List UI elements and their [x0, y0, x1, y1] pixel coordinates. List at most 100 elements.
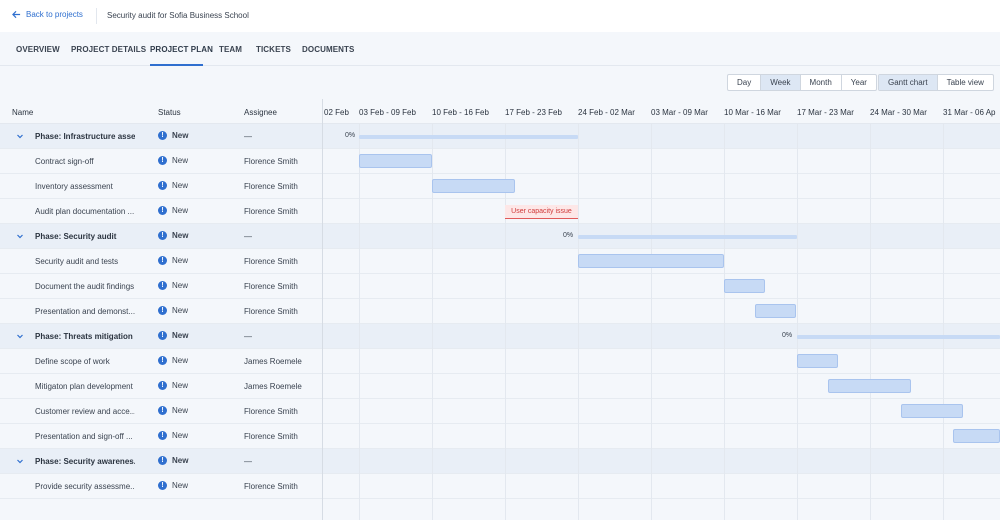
- status-label: New: [172, 231, 189, 240]
- task-row[interactable]: Presentation and sign-off ...! New Florenc…: [0, 424, 1000, 449]
- chevron-down-icon[interactable]: [16, 232, 24, 240]
- row-name: Phase: Threats mitigation: [35, 332, 133, 341]
- row-name: Phase: Security awarenes...: [35, 457, 135, 466]
- week-gridline: [359, 124, 360, 520]
- task-bar[interactable]: [901, 404, 963, 418]
- chevron-down-icon[interactable]: [16, 332, 24, 340]
- row-name: Phase: Infrastructure asse...: [35, 132, 135, 141]
- tab-documents[interactable]: DOCUMENTS: [302, 45, 354, 54]
- tab-overview[interactable]: OVERVIEW: [16, 45, 60, 54]
- column-header-assignee[interactable]: Assignee: [244, 108, 277, 117]
- assignee-name: —: [244, 132, 252, 141]
- phase-progress-label: 0%: [345, 132, 356, 139]
- status-label: New: [172, 306, 189, 315]
- info-icon: !: [158, 181, 167, 190]
- assignee-name: Florence Smith: [244, 307, 298, 316]
- row-name: Phase: Security audit: [35, 232, 117, 241]
- status-badge: ! New: [158, 306, 188, 315]
- info-icon: !: [158, 431, 167, 440]
- scale-day-button[interactable]: Day: [728, 75, 762, 90]
- task-row[interactable]: Audit plan documentation ...! New Florence…: [0, 199, 1000, 224]
- week-column-header: 24 Mar - 30 Mar: [870, 108, 927, 117]
- chevron-down-icon[interactable]: [16, 457, 24, 465]
- status-badge: ! New: [158, 181, 188, 190]
- status-badge: ! New: [158, 356, 188, 365]
- row-name: Contract sign-off: [35, 157, 94, 166]
- status-label: New: [172, 381, 189, 390]
- header-divider: [96, 8, 97, 24]
- info-icon: !: [158, 206, 167, 215]
- task-row[interactable]: Customer review and acce...! New Florence …: [0, 399, 1000, 424]
- assignee-name: Florence Smith: [244, 482, 298, 491]
- phase-progress-bar[interactable]: [578, 235, 797, 239]
- assignee-name: Florence Smith: [244, 407, 298, 416]
- status-badge: ! New: [158, 431, 188, 440]
- status-label: New: [172, 356, 189, 365]
- info-icon: !: [158, 256, 167, 265]
- view-switcher: Gantt chart Table view: [878, 74, 994, 91]
- task-bar[interactable]: [828, 379, 911, 393]
- scale-week-button[interactable]: Week: [761, 75, 801, 90]
- task-bar[interactable]: [755, 304, 796, 318]
- status-label: New: [172, 206, 189, 215]
- panel-splitter[interactable]: [322, 99, 323, 520]
- week-column-header: 17 Mar - 23 Mar: [797, 108, 854, 117]
- task-bar[interactable]: [724, 279, 765, 293]
- row-name: Define scope of work: [35, 357, 110, 366]
- task-row[interactable]: Presentation and demonst... ! New Florence …: [0, 299, 1000, 324]
- tab-project-details[interactable]: PROJECT DETAILS: [71, 45, 146, 54]
- phase-progress-bar[interactable]: [797, 335, 1000, 339]
- back-to-projects-link[interactable]: Back to projects: [12, 10, 83, 19]
- capacity-warning[interactable]: User capacity issue: [505, 205, 578, 219]
- info-icon: !: [158, 131, 167, 140]
- info-icon: !: [158, 481, 167, 490]
- table-view-button[interactable]: Table view: [938, 75, 993, 90]
- task-bar[interactable]: [432, 179, 515, 193]
- task-row[interactable]: Document the audit findings! New Florence …: [0, 274, 1000, 299]
- task-row[interactable]: Provide security assessme...! New Florence…: [0, 474, 1000, 499]
- row-name: Presentation and demonst...: [35, 307, 135, 316]
- column-header-status[interactable]: Status: [158, 108, 181, 117]
- status-badge: ! New: [158, 231, 188, 240]
- status-badge: ! New: [158, 206, 188, 215]
- scale-year-button[interactable]: Year: [842, 75, 876, 90]
- row-name: Provide security assessme...: [35, 482, 135, 491]
- phase-row[interactable]: Phase: Security awarenes...! New —: [0, 449, 1000, 474]
- phase-progress-bar[interactable]: [359, 135, 578, 139]
- tab-project-plan[interactable]: PROJECT PLAN: [150, 45, 213, 54]
- top-bar: Back to projects Security audit for Sofi…: [0, 0, 1000, 32]
- column-header-name[interactable]: Name: [12, 108, 33, 117]
- task-row[interactable]: Contract sign-off ! New Florence Smith: [0, 149, 1000, 174]
- info-icon: !: [158, 281, 167, 290]
- assignee-name: Florence Smith: [244, 157, 298, 166]
- assignee-name: Florence Smith: [244, 207, 298, 216]
- task-bar[interactable]: [578, 254, 724, 268]
- scale-month-button[interactable]: Month: [801, 75, 842, 90]
- assignee-name: Florence Smith: [244, 432, 298, 441]
- task-row[interactable]: Define scope of work! New James Roemele: [0, 349, 1000, 374]
- week-gridline: [870, 124, 871, 520]
- task-bar[interactable]: [953, 429, 1000, 443]
- task-bar[interactable]: [359, 154, 432, 168]
- task-bar[interactable]: [797, 354, 838, 368]
- status-badge: ! New: [158, 156, 188, 165]
- week-column-header: 24 Feb - 02 Mar: [578, 108, 635, 117]
- assignee-name: —: [244, 457, 252, 466]
- tab-team[interactable]: TEAM: [219, 45, 242, 54]
- status-label: New: [172, 181, 189, 190]
- week-column-header: 03 Mar - 09 Mar: [651, 108, 708, 117]
- assignee-name: Florence Smith: [244, 282, 298, 291]
- row-name: Mitigaton plan development: [35, 382, 133, 391]
- status-label: New: [172, 256, 189, 265]
- gantt-chart-button[interactable]: Gantt chart: [879, 75, 938, 90]
- phase-row[interactable]: Phase: Security audit! New —: [0, 224, 1000, 249]
- task-row[interactable]: Security audit and tests! New Florence Smi…: [0, 249, 1000, 274]
- chevron-down-icon[interactable]: [16, 132, 24, 140]
- row-name: Document the audit findings: [35, 282, 135, 291]
- active-tab-indicator: [150, 64, 203, 66]
- assignee-name: —: [244, 332, 252, 341]
- info-icon: !: [158, 356, 167, 365]
- row-name: Customer review and acce...: [35, 407, 135, 416]
- week-gridline: [724, 124, 725, 520]
- tab-tickets[interactable]: TICKETS: [256, 45, 291, 54]
